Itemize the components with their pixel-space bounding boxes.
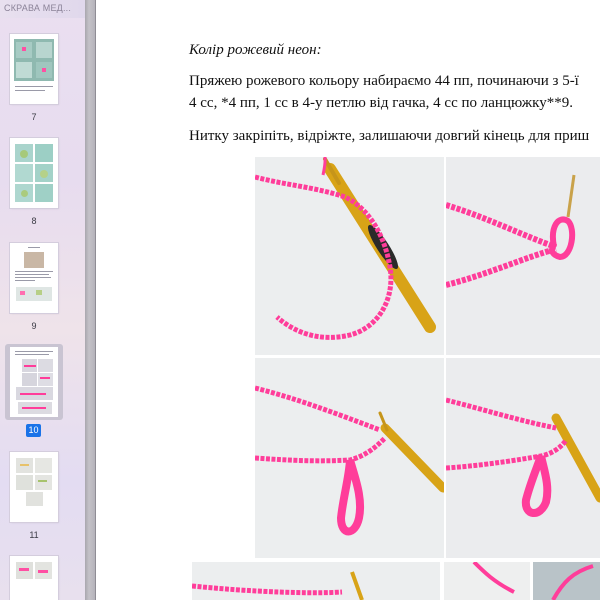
paragraph-line-2: 4 сс, *4 пп, 1 сс в 4-у петлю від гачка,… (189, 95, 573, 111)
photo-bottom-left (192, 562, 440, 600)
photo-loop-end (446, 157, 600, 355)
thumbnail-page-number: 9 (31, 321, 37, 331)
thumbnail-page-number: 11 (29, 530, 39, 540)
paragraph-line-1: Пряжею рожевого кольору набираємо 44 пп,… (189, 73, 579, 89)
photo-second-loop (255, 358, 444, 558)
thumbnail-sidebar: СКРАВА МЕД... 7 8 9 10 11 (0, 0, 85, 600)
photo-bottom-right (533, 562, 600, 600)
sidebar-document-title: СКРАВА МЕД... (0, 0, 85, 18)
thumbnail-image (10, 556, 58, 600)
document-page: Колір рожевий неон: Пряжею рожевого коль… (96, 0, 600, 600)
section-heading: Колір рожевий неон: (189, 42, 322, 58)
thumbnail-image (10, 243, 58, 313)
thumbnail-image (10, 452, 58, 522)
sidebar-splitter[interactable] (85, 0, 95, 600)
thumbnail-image (10, 138, 58, 208)
photo-chain-with-hook (255, 157, 444, 355)
thumbnail-page-number-current: 10 (26, 424, 41, 437)
paragraph-line-3: Нитку закріпіть, відріжте, залишаючи дов… (189, 128, 590, 144)
thumbnail-page-number: 8 (31, 216, 37, 226)
thumbnail-image (10, 347, 58, 417)
photo-bottom-middle (444, 562, 530, 600)
thumbnail-image (10, 34, 58, 104)
thumbnail-page-number: 7 (31, 112, 37, 122)
photo-third-loop (446, 358, 600, 558)
